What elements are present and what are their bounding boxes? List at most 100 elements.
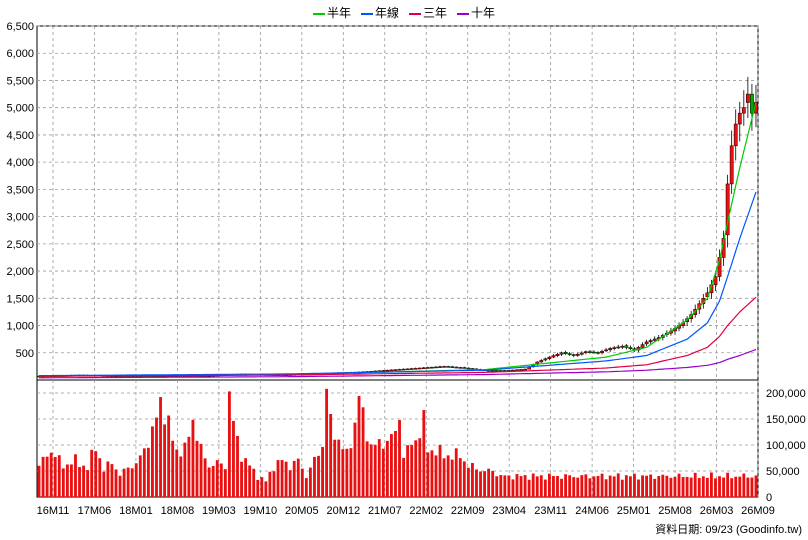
volume-bar xyxy=(414,440,418,497)
volume-bar xyxy=(373,444,377,497)
volume-bar xyxy=(701,476,705,497)
volume-bar xyxy=(142,448,146,497)
volume-bar xyxy=(49,452,53,497)
volume-bar xyxy=(726,472,730,497)
price-tick-label: 5,000 xyxy=(6,103,34,115)
volume-bar xyxy=(317,455,320,497)
volume-bar xyxy=(138,455,142,497)
candle-body xyxy=(430,366,434,369)
volume-bar xyxy=(106,461,110,497)
volume-bar xyxy=(57,455,61,497)
volume-bar xyxy=(742,473,746,497)
volume-bar xyxy=(503,475,507,497)
volume-bar xyxy=(361,407,365,497)
volume-bar xyxy=(345,448,349,497)
volume-bar xyxy=(248,465,252,497)
volume-bar xyxy=(479,471,482,497)
candle-body xyxy=(592,351,596,354)
volume-bar xyxy=(110,464,114,497)
candle-body xyxy=(466,367,471,370)
volume-bar xyxy=(369,444,373,497)
price-tick-label: 6,500 xyxy=(6,21,34,33)
x-tick-label: 21M07 xyxy=(368,505,402,517)
volume-bar xyxy=(304,478,308,497)
volume-bar xyxy=(543,479,547,497)
volume-bar xyxy=(260,477,264,497)
volume-bar xyxy=(434,455,438,497)
candle-body xyxy=(733,123,738,147)
volume-tick-label: 100,000 xyxy=(766,440,806,452)
volume-bar xyxy=(499,475,503,497)
candle-body xyxy=(458,367,463,369)
volume-bar xyxy=(710,472,713,497)
price-tick-label: 6,000 xyxy=(6,48,34,60)
candle-body xyxy=(620,345,625,348)
volume-bar xyxy=(754,475,758,497)
volume-bar xyxy=(681,477,685,497)
volume-bar xyxy=(718,476,721,497)
x-tick-label: 18M01 xyxy=(119,505,153,517)
volume-bar xyxy=(37,465,41,497)
volume-tick-label: 50,000 xyxy=(766,466,800,478)
volume-bar xyxy=(633,473,636,497)
candle-body xyxy=(381,370,386,372)
price-tick-label: 2,000 xyxy=(6,266,34,278)
volume-bar xyxy=(227,391,231,497)
x-tick-label: 22M02 xyxy=(409,505,443,517)
volume-bar xyxy=(321,446,324,497)
candle-body xyxy=(409,368,414,370)
volume-bar xyxy=(398,419,401,497)
candle-body xyxy=(393,369,398,371)
volume-bar xyxy=(195,440,199,497)
volume-bar xyxy=(390,434,393,497)
volume-bar xyxy=(673,476,677,497)
volume-bar xyxy=(288,470,292,497)
candle-body xyxy=(628,347,633,350)
volume-bar xyxy=(203,458,207,497)
candle-body xyxy=(640,344,645,348)
volume-bar xyxy=(337,439,341,497)
price-tick-label: 2,500 xyxy=(6,239,34,251)
volume-bar xyxy=(280,460,284,497)
volume-bar xyxy=(649,474,653,497)
x-tick-label: 24M06 xyxy=(575,505,609,517)
candle-body xyxy=(608,348,613,351)
volume-bar xyxy=(657,476,661,497)
candle-body xyxy=(490,370,495,372)
candle-body xyxy=(600,351,604,354)
volume-bar xyxy=(134,463,138,497)
volume-bar xyxy=(576,477,580,497)
volume-bar xyxy=(519,476,523,497)
x-tick-label: 17M06 xyxy=(78,505,112,517)
candle-body xyxy=(588,351,592,353)
volume-bar xyxy=(560,478,563,497)
volume-bar xyxy=(738,476,742,497)
candle-body xyxy=(519,369,523,371)
volume-bar xyxy=(402,457,405,497)
volume-bar xyxy=(527,479,531,497)
volume-bar xyxy=(730,478,734,497)
volume-bar xyxy=(240,461,243,497)
volume-bar xyxy=(734,476,738,497)
volume-bar xyxy=(645,475,649,497)
candle-body xyxy=(551,355,556,358)
volume-bar xyxy=(151,426,154,497)
volume-bar xyxy=(163,424,167,497)
x-tick-label: 19M03 xyxy=(202,505,236,517)
volume-bar xyxy=(308,467,312,497)
x-tick-label: 20M12 xyxy=(326,505,360,517)
volume-bar xyxy=(232,420,235,497)
candle-body xyxy=(567,353,572,355)
volume-bar xyxy=(604,479,608,497)
volume-bar xyxy=(94,451,98,497)
candle-body xyxy=(446,366,451,368)
candle-body xyxy=(583,351,588,353)
volume-bar xyxy=(126,467,130,497)
volume-bar xyxy=(215,460,219,497)
volume-bar xyxy=(256,479,260,497)
volume-bar xyxy=(620,479,624,497)
volume-bar xyxy=(187,436,191,497)
volume-bar xyxy=(41,456,45,497)
volume-bar xyxy=(689,477,693,497)
volume-bar xyxy=(244,458,248,497)
